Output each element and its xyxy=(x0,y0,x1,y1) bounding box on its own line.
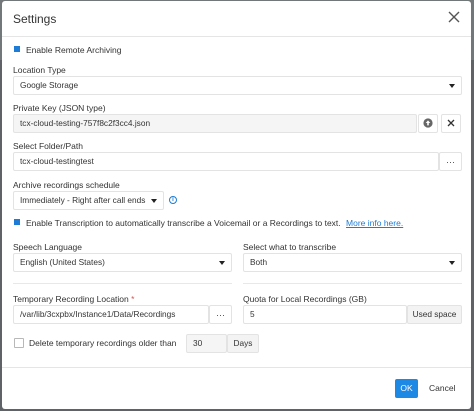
folder-path-value: tcx-cloud-testingtest xyxy=(20,156,94,166)
location-type-select[interactable]: Google Storage xyxy=(13,76,462,95)
temp-location-label: Temporary Recording Location xyxy=(13,294,129,304)
private-key-value: tcx-cloud-testing-757f8c2f3cc4.json xyxy=(20,118,151,128)
enable-transcription-checkbox[interactable] xyxy=(14,219,20,225)
delete-temp-checkbox[interactable] xyxy=(14,338,24,348)
speech-language-select[interactable]: English (United States) xyxy=(13,253,232,272)
upload-key-button[interactable] xyxy=(418,114,438,133)
temp-location-value: /var/lib/3cxpbx/Instance1/Data/Recording… xyxy=(20,309,176,319)
more-info-link[interactable]: More info here. xyxy=(346,218,403,228)
transcribe-what-value: Both xyxy=(250,257,268,267)
cancel-button[interactable]: Cancel xyxy=(429,379,455,398)
private-key-label: Private Key (JSON type) xyxy=(13,103,106,113)
location-type-label: Location Type xyxy=(13,65,66,75)
delete-days-value: 30 xyxy=(193,338,203,348)
delete-temp-label: Delete temporary recordings older than xyxy=(29,338,177,348)
required-mark: * xyxy=(131,294,135,304)
delete-days-input[interactable]: 30 xyxy=(186,334,227,353)
speech-language-value: English (United States) xyxy=(20,257,105,267)
chevron-down-icon xyxy=(449,261,455,265)
days-addon: Days xyxy=(227,334,259,353)
transcribe-what-select[interactable]: Both xyxy=(243,253,462,272)
browse-temp-location-button[interactable]: ··· xyxy=(209,305,232,324)
transcribe-what-label: Select what to transcribe xyxy=(243,242,337,252)
more-icon: ··· xyxy=(446,156,455,167)
more-icon: ··· xyxy=(216,309,225,320)
temp-location-label-row: Temporary Recording Location * xyxy=(13,294,134,304)
private-key-field: tcx-cloud-testing-757f8c2f3cc4.json xyxy=(13,114,417,133)
info-icon[interactable]: i xyxy=(169,196,177,204)
chevron-down-icon xyxy=(449,84,455,88)
divider xyxy=(13,283,232,284)
settings-dialog: Settings Enable Remote Archiving Locatio… xyxy=(2,1,471,409)
folder-path-label: Select Folder/Path xyxy=(13,141,83,151)
folder-path-input[interactable]: tcx-cloud-testingtest xyxy=(13,152,439,171)
close-icon[interactable] xyxy=(447,10,461,24)
archive-schedule-value: Immediately - Right after call ends xyxy=(20,195,146,205)
close-icon xyxy=(447,119,455,129)
remove-key-button[interactable] xyxy=(441,114,461,133)
quota-value: 5 xyxy=(250,309,255,319)
archive-schedule-select[interactable]: Immediately - Right after call ends xyxy=(13,191,164,210)
archive-schedule-label: Archive recordings schedule xyxy=(13,180,120,190)
ok-button[interactable]: OK xyxy=(395,379,418,398)
chevron-down-icon xyxy=(219,261,225,265)
upload-circle-icon xyxy=(423,117,433,130)
browse-folder-button[interactable]: ··· xyxy=(439,152,462,171)
enable-remote-archiving-checkbox[interactable] xyxy=(14,46,20,52)
used-space-addon: Used space xyxy=(407,305,462,324)
quota-label: Quota for Local Recordings (GB) xyxy=(243,294,367,304)
divider xyxy=(243,283,462,284)
enable-remote-archiving-label: Enable Remote Archiving xyxy=(26,45,122,55)
transcription-row: Enable Transcription to automatically tr… xyxy=(26,218,403,228)
dialog-title: Settings xyxy=(13,12,57,26)
dialog-header: Settings xyxy=(2,1,471,37)
speech-language-label: Speech Language xyxy=(13,242,83,252)
location-type-value: Google Storage xyxy=(20,80,79,90)
footer-divider xyxy=(2,367,471,368)
enable-transcription-label: Enable Transcription to automatically tr… xyxy=(26,218,341,228)
chevron-down-icon xyxy=(151,199,157,203)
temp-location-input[interactable]: /var/lib/3cxpbx/Instance1/Data/Recording… xyxy=(13,305,209,324)
quota-input[interactable]: 5 xyxy=(243,305,407,324)
